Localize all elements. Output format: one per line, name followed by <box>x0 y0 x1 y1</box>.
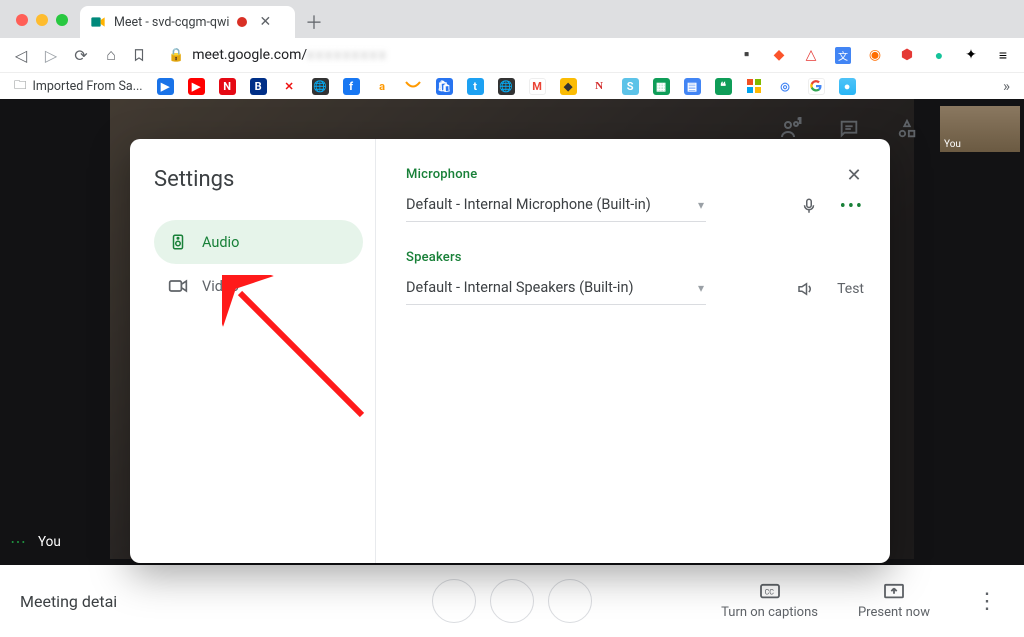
bookmark-icon[interactable]: S <box>622 78 639 95</box>
chrome-icon[interactable]: ◎ <box>777 78 794 95</box>
google-icon[interactable] <box>808 78 825 95</box>
reload-button[interactable]: ⟳ <box>72 46 90 65</box>
settings-content: ✕ Microphone Default - Internal Micropho… <box>376 139 890 563</box>
settings-nav-audio[interactable]: Audio <box>154 220 363 264</box>
folder-label: Imported From Sa... <box>33 79 143 94</box>
bookmarks-overflow-button[interactable]: » <box>1003 77 1010 95</box>
sheets-icon[interactable]: ▦ <box>653 78 670 95</box>
browser-chrome: Meet - svd-cqgm-qwi ✕ ＋ ◁ ▷ ⟳ ⌂ 🔒 meet.g… <box>0 0 1024 99</box>
bookmarks-bar: 🗀 Imported From Sa... ▶ ▶ N B ✕ 🌐 f a 🛍 … <box>0 72 1024 99</box>
amazon-smile-icon[interactable] <box>405 78 422 95</box>
bookmark-icon[interactable]: ✕ <box>281 78 298 95</box>
settings-nav: Settings Audio Video <box>130 139 376 563</box>
brave-icon[interactable]: ◆ <box>770 46 788 64</box>
bookmark-button[interactable] <box>132 48 150 62</box>
meet-canvas: 1 You ⋯ You Meeting detai CC Turn on cap… <box>0 99 1024 637</box>
extensions-icon[interactable]: ✦ <box>962 46 980 64</box>
hangouts-icon[interactable]: ❝ <box>715 78 732 95</box>
gmail-icon[interactable]: M <box>529 78 546 95</box>
tab-title: Meet - svd-cqgm-qwi <box>114 15 229 30</box>
tab-close-button[interactable]: ✕ <box>259 14 271 30</box>
close-window-button[interactable] <box>16 14 28 26</box>
maximize-window-button[interactable] <box>56 14 68 26</box>
speakers-test-button[interactable]: Test <box>837 281 864 297</box>
microphone-value: Default - Internal Microphone (Built-in) <box>406 196 651 213</box>
speakers-value: Default - Internal Speakers (Built-in) <box>406 279 634 296</box>
menu-icon[interactable]: ≡ <box>994 46 1012 64</box>
chevron-down-icon: ▾ <box>698 198 704 212</box>
grammarly-icon[interactable]: ● <box>930 46 948 64</box>
bookmark-icon[interactable]: ● <box>839 78 856 95</box>
microphone-icon[interactable] <box>800 196 818 216</box>
settings-title: Settings <box>154 167 363 192</box>
microsoft-icon[interactable] <box>746 78 763 95</box>
new-tab-button[interactable]: ＋ <box>305 9 323 35</box>
mic-level-icon: ••• <box>840 196 864 217</box>
bookmark-icon[interactable]: N <box>591 78 608 95</box>
folder-icon: 🗀 <box>14 76 27 97</box>
bookmark-icon[interactable]: B <box>250 78 267 95</box>
meet-favicon-icon <box>90 14 106 30</box>
netflix-icon[interactable]: N <box>219 78 236 95</box>
url-blurred: xxxxxxxxx <box>307 47 388 63</box>
browser-toolbar: ◁ ▷ ⟳ ⌂ 🔒 meet.google.com/xxxxxxxxx ▪️ ◆… <box>0 38 1024 72</box>
volume-icon <box>795 280 815 298</box>
facebook-icon[interactable]: f <box>343 78 360 95</box>
settings-nav-video[interactable]: Video <box>154 264 363 308</box>
speakers-select[interactable]: Default - Internal Speakers (Built-in) ▾ <box>406 273 706 305</box>
video-icon <box>168 278 188 294</box>
chevron-down-icon: ▾ <box>698 281 704 295</box>
home-button[interactable]: ⌂ <box>102 45 120 65</box>
bookmark-icon[interactable]: 🌐 <box>312 78 329 95</box>
twitter-icon[interactable]: t <box>467 78 484 95</box>
keep-icon[interactable]: ◆ <box>560 78 577 95</box>
bookmark-icon[interactable]: 🌐 <box>498 78 515 95</box>
nav-video-label: Video <box>202 278 239 295</box>
dialog-close-button[interactable]: ✕ <box>840 161 868 189</box>
back-button[interactable]: ◁ <box>12 46 30 65</box>
youtube-icon[interactable]: ▶ <box>188 78 205 95</box>
microphone-label: Microphone <box>406 167 864 182</box>
window-controls <box>16 14 68 26</box>
extension-icons: ▪️ ◆ △ 文 ◉ ⬢ ● ✦ ≡ <box>738 46 1012 64</box>
triangle-icon[interactable]: △ <box>802 46 820 64</box>
ext-icon[interactable]: ◉ <box>866 46 884 64</box>
speaker-icon <box>168 233 188 251</box>
browser-tab[interactable]: Meet - svd-cqgm-qwi ✕ <box>80 6 295 38</box>
tab-strip: Meet - svd-cqgm-qwi ✕ ＋ <box>80 6 323 38</box>
speakers-label: Speakers <box>406 250 864 265</box>
microphone-select[interactable]: Default - Internal Microphone (Built-in)… <box>406 190 706 222</box>
docs-icon[interactable]: ▤ <box>684 78 701 95</box>
nav-audio-label: Audio <box>202 234 239 251</box>
flipkart-icon[interactable]: 🛍 <box>436 78 453 95</box>
amazon-icon[interactable]: a <box>374 78 391 95</box>
address-bar[interactable]: 🔒 meet.google.com/xxxxxxxxx <box>168 47 388 63</box>
ext-icon[interactable]: ⬢ <box>898 46 916 64</box>
settings-dialog: Settings Audio Video ✕ Microphone Defaul… <box>130 139 890 563</box>
recording-indicator-icon <box>237 17 247 27</box>
bookmark-folder[interactable]: 🗀 Imported From Sa... <box>14 76 143 97</box>
forward-button[interactable]: ▷ <box>42 46 60 65</box>
bookmark-icon[interactable]: ▶ <box>157 78 174 95</box>
lock-icon: 🔒 <box>168 48 184 63</box>
camera-icon[interactable]: ▪️ <box>738 46 756 64</box>
url-text: meet.google.com/ <box>192 47 307 63</box>
translate-icon[interactable]: 文 <box>834 46 852 64</box>
minimize-window-button[interactable] <box>36 14 48 26</box>
